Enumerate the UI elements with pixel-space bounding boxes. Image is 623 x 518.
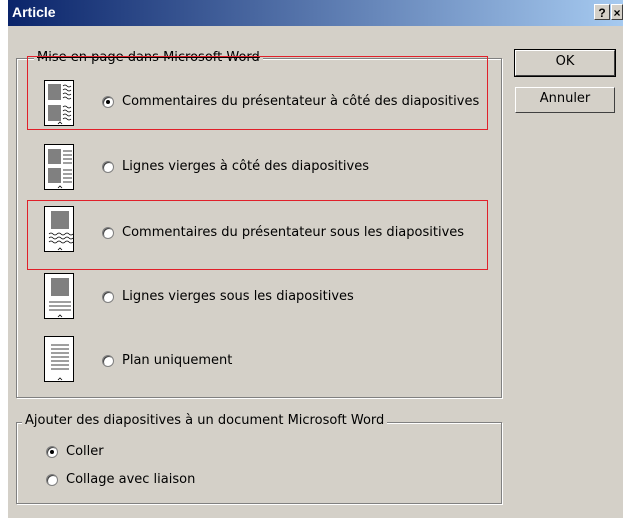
ok-button[interactable]: OK	[514, 49, 616, 77]
option-label[interactable]: Plan uniquement	[122, 353, 232, 368]
outline-only-icon	[44, 336, 74, 382]
radio-blank-lines-beside[interactable]	[102, 161, 114, 173]
radio-blank-lines-below[interactable]	[102, 291, 114, 303]
cancel-button[interactable]: Annuler	[515, 87, 615, 113]
radio-outline-only[interactable]	[102, 355, 114, 367]
title-bar[interactable]: Article ? ×	[8, 0, 623, 26]
highlight-box	[27, 56, 488, 130]
article-dialog: Article ? × Mise en page dans Microsoft …	[8, 0, 623, 518]
close-button[interactable]: ×	[611, 4, 623, 20]
option-label[interactable]: Lignes vierges à côté des diapositives	[122, 159, 369, 174]
help-button[interactable]: ?	[594, 4, 610, 20]
radio-paste-link[interactable]	[46, 474, 58, 486]
radio-paste[interactable]	[46, 446, 58, 458]
option-label[interactable]: Lignes vierges sous les diapositives	[122, 289, 354, 304]
highlight-box	[27, 200, 488, 270]
window-title: Article	[12, 4, 56, 20]
blank-lines-beside-slides-icon	[44, 144, 74, 190]
paste-group-legend: Ajouter des diapositives à un document M…	[22, 414, 388, 428]
blank-lines-below-slides-icon	[44, 273, 74, 319]
option-label[interactable]: Collage avec liaison	[66, 472, 195, 487]
option-label[interactable]: Coller	[66, 444, 104, 459]
paste-groupbox	[16, 422, 502, 504]
